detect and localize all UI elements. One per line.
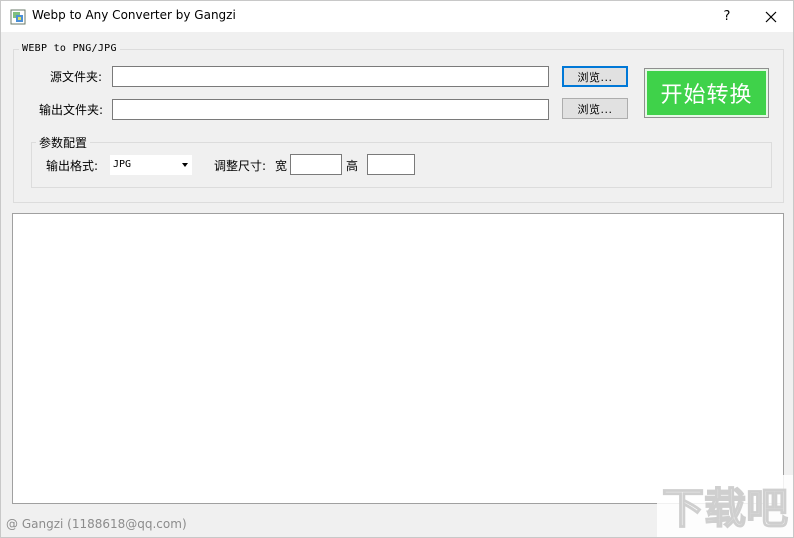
source-folder-input[interactable]: [112, 66, 549, 87]
title-bar: Webp to Any Converter by Gangzi ?: [1, 1, 793, 32]
height-label: 高: [346, 159, 359, 173]
app-window: Webp to Any Converter by Gangzi ? WEBP t…: [0, 0, 794, 538]
browse-source-button[interactable]: 浏览...: [562, 66, 628, 87]
resize-label: 调整尺寸:: [214, 159, 267, 173]
height-input[interactable]: [367, 154, 415, 175]
start-convert-button[interactable]: 开始转换: [644, 68, 769, 118]
help-button[interactable]: ?: [707, 1, 747, 32]
source-folder-label: 源文件夹:: [50, 70, 103, 84]
output-folder-label: 输出文件夹:: [39, 103, 104, 117]
params-group-title: 参数配置: [36, 134, 91, 151]
status-text: @ Gangzi (1188618@qq.com): [6, 517, 187, 531]
app-icon: [10, 9, 26, 25]
format-label: 输出格式:: [46, 159, 99, 173]
group-title: WEBP to PNG/JPG: [19, 43, 120, 54]
width-input[interactable]: [290, 154, 342, 175]
format-select[interactable]: JPG: [110, 155, 192, 175]
dropdown-arrow-icon: [182, 163, 188, 167]
format-select-value: JPG: [113, 159, 132, 170]
output-folder-input[interactable]: [112, 99, 549, 120]
close-button[interactable]: [751, 1, 791, 32]
converter-group: WEBP to PNG/JPG 源文件夹: 浏览... 输出文件夹: 浏览...…: [13, 43, 784, 203]
close-icon: [765, 11, 777, 22]
site-watermark-logo: 下载吧: [657, 475, 793, 537]
browse-output-button[interactable]: 浏览...: [562, 98, 628, 119]
log-output[interactable]: [12, 213, 784, 504]
watermark-text: 下载吧: [662, 484, 788, 533]
window-title: Webp to Any Converter by Gangzi: [32, 8, 236, 22]
params-group: 参数配置 输出格式: JPG 调整尺寸: 宽 高: [31, 134, 772, 188]
width-label: 宽: [275, 159, 288, 173]
